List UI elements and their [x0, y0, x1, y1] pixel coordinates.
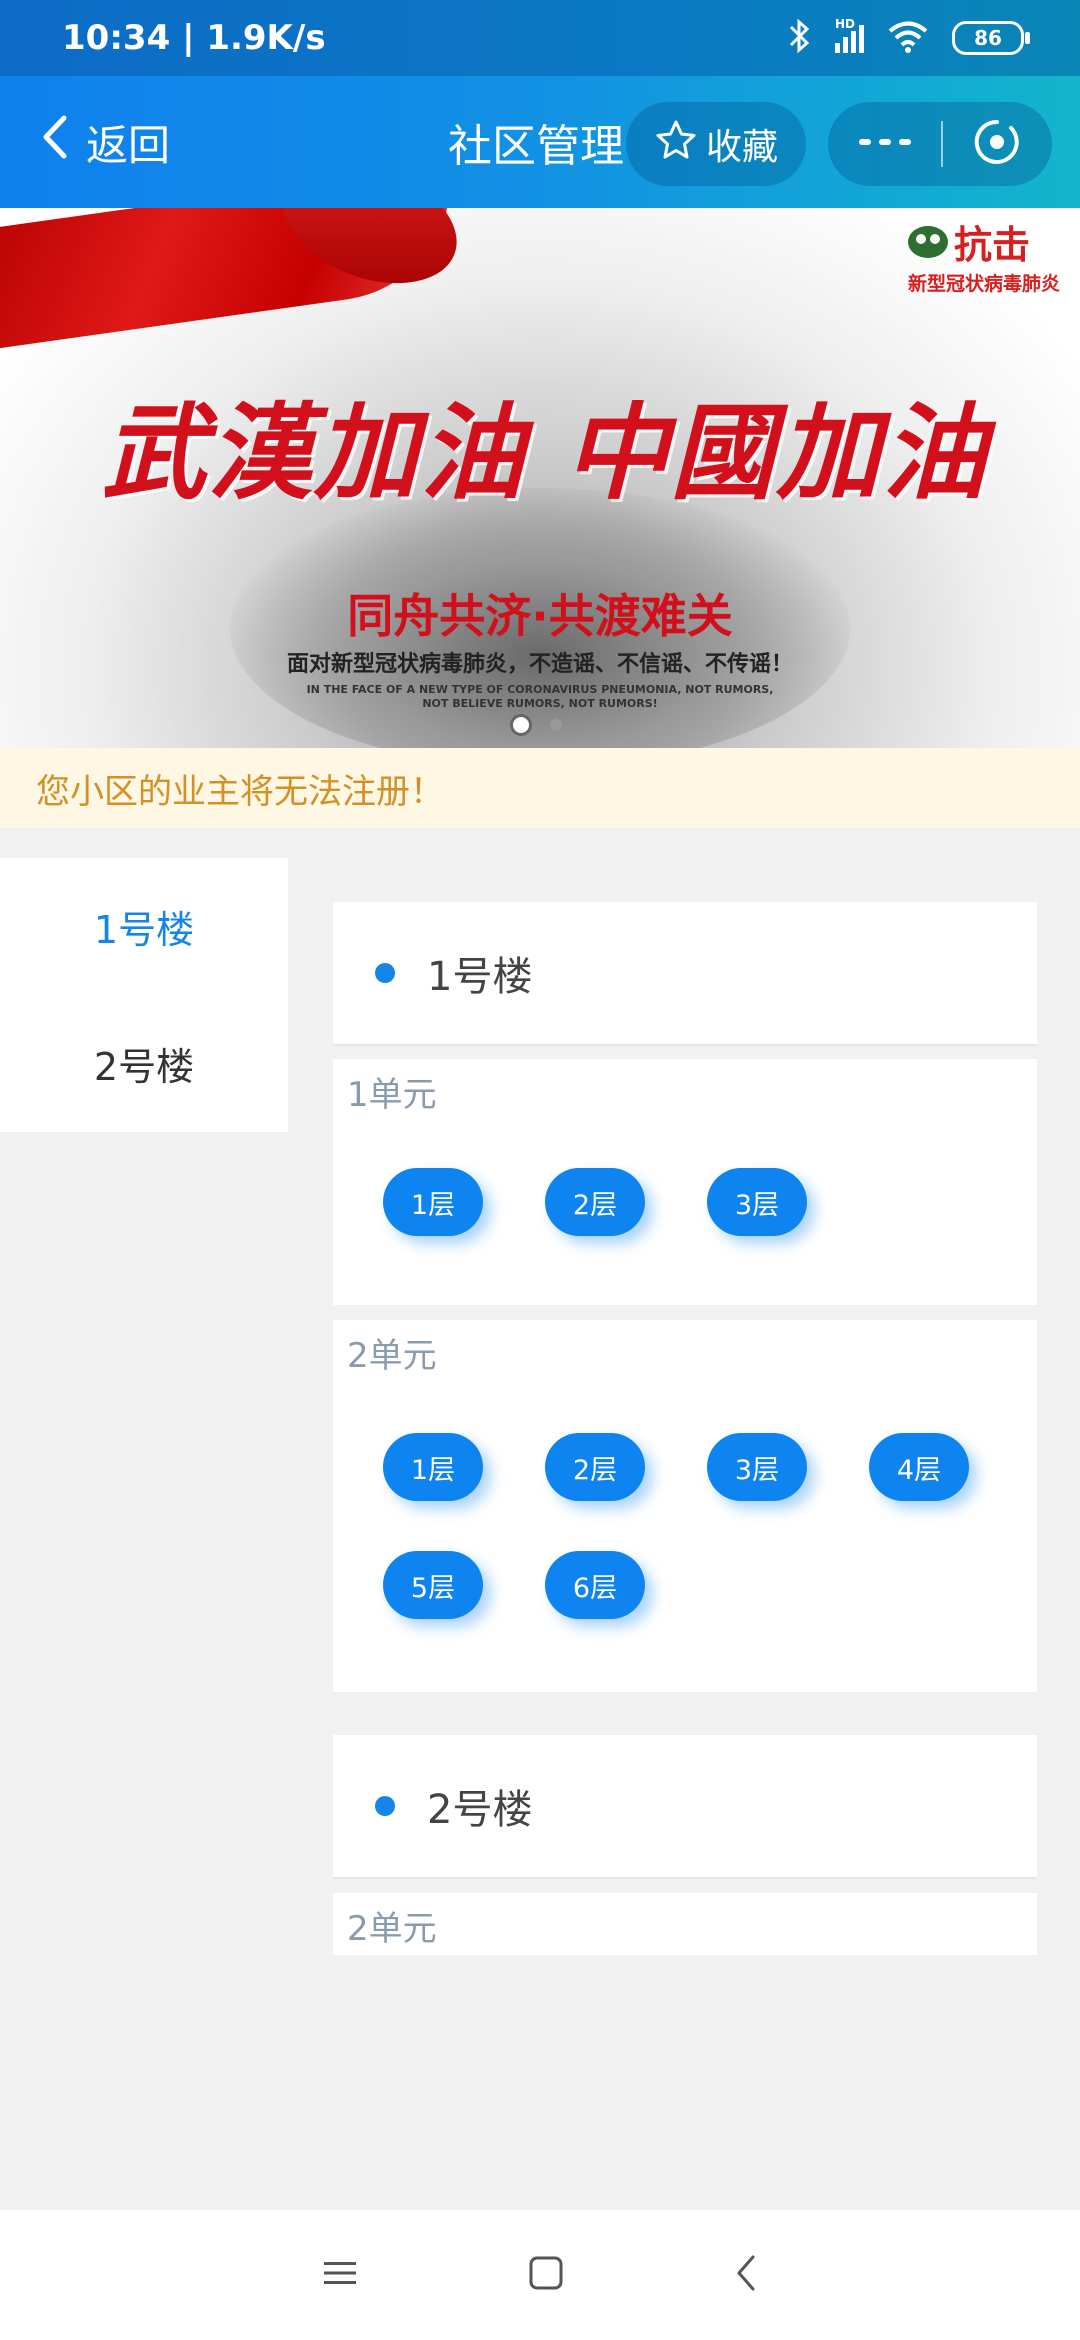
- battery-icon: 86: [952, 21, 1030, 55]
- virus-mascot-icon: [907, 225, 948, 258]
- capsule-menu: [828, 102, 1052, 186]
- bullet-dot: [375, 963, 395, 983]
- floor-button[interactable]: 2层: [545, 1168, 645, 1236]
- building-card: 2号楼: [333, 1735, 1037, 1879]
- menu-icon[interactable]: [322, 2258, 358, 2292]
- network-label: HD: [835, 17, 856, 31]
- back-label: 返回: [86, 120, 171, 170]
- floor-button[interactable]: 2层: [545, 1433, 645, 1501]
- building-side-menu: 1号楼 2号楼: [0, 858, 288, 1132]
- floor-list: 1层 2层 3层: [333, 1116, 1037, 1236]
- back-button[interactable]: 返回: [40, 112, 170, 172]
- close-circle-icon[interactable]: [971, 116, 1023, 172]
- more-icon[interactable]: [857, 132, 913, 156]
- floor-button[interactable]: 5层: [383, 1551, 483, 1619]
- banner-subslogan: 同舟共济·共渡难关: [347, 589, 733, 643]
- building-header: 1号楼: [333, 902, 1037, 1046]
- unit-title: 2单元: [347, 1909, 437, 1949]
- side-item-building-1[interactable]: 1号楼: [0, 858, 288, 995]
- navigation-bar: 返回 社区管理 收藏: [0, 76, 1080, 208]
- capsule-divider: [941, 121, 943, 167]
- floor-button[interactable]: 1层: [383, 1168, 483, 1236]
- banner-logo: 抗击 新型冠状病毒肺炎: [907, 214, 1060, 296]
- favorite-label: 收藏: [705, 127, 778, 168]
- back-icon[interactable]: [734, 2254, 758, 2296]
- status-bar: 10:34 | 1.9K/s HD 86: [0, 0, 1080, 76]
- building-header: 2号楼: [333, 1735, 1037, 1879]
- carousel-indicator: [510, 714, 562, 736]
- unit-card: 2单元: [333, 1893, 1037, 1955]
- notice-text: 您小区的业主将无法注册！: [36, 771, 444, 812]
- banner-message: 面对新型冠状病毒肺炎，不造谣、不信谣、不传谣！: [286, 652, 793, 677]
- floor-button[interactable]: 6层: [545, 1551, 645, 1619]
- home-square-icon[interactable]: [528, 2255, 564, 2295]
- notice-bar: 您小区的业主将无法注册！: [0, 748, 1080, 828]
- building-card: 1号楼: [333, 902, 1037, 1046]
- battery-level: 86: [974, 26, 1002, 50]
- status-time: 10:34 | 1.9K/s: [62, 18, 326, 58]
- status-icons: HD 86: [787, 16, 1030, 60]
- carousel-dot-1[interactable]: [510, 714, 532, 736]
- chevron-left-icon: [40, 114, 70, 170]
- floor-button[interactable]: 3层: [707, 1168, 807, 1236]
- bullet-dot: [375, 1796, 395, 1816]
- signal-icon: HD: [835, 17, 864, 53]
- carousel-dot-2[interactable]: [550, 719, 562, 731]
- unit-title: 1单元: [347, 1075, 437, 1115]
- wifi-icon: [886, 18, 930, 58]
- banner-english: IN THE FACE OF A NEW TYPE OF CORONAVIRUS…: [0, 683, 1080, 711]
- favorite-button[interactable]: 收藏: [626, 102, 806, 186]
- floor-button[interactable]: 4层: [869, 1433, 969, 1501]
- star-icon: [654, 118, 698, 171]
- side-item-building-2[interactable]: 2号楼: [0, 995, 288, 1132]
- page-title: 社区管理: [448, 121, 624, 172]
- bluetooth-icon: [787, 18, 813, 58]
- building-title: 2号楼: [427, 1787, 533, 1833]
- system-navigation-bar: [0, 2210, 1080, 2340]
- banner-carousel[interactable]: 抗击 新型冠状病毒肺炎 武漢加油 中國加油 同舟共济·共渡难关 面对新型冠状病毒…: [0, 208, 1080, 748]
- unit-title: 2单元: [347, 1336, 437, 1376]
- unit-card: 2单元 1层 2层 3层 4层 5层 6层: [333, 1320, 1037, 1692]
- floor-list: 1层 2层 3层 4层 5层 6层: [333, 1377, 1037, 1619]
- logo-subtitle: 新型冠状病毒肺炎: [907, 273, 1060, 295]
- logo-title: 抗击: [953, 223, 1030, 267]
- floor-button[interactable]: 1层: [383, 1433, 483, 1501]
- unit-card: 1单元 1层 2层 3层: [333, 1059, 1037, 1305]
- banner-english-line-1: IN THE FACE OF A NEW TYPE OF CORONAVIRUS…: [306, 683, 774, 696]
- banner-slogan: 武漢加油 中國加油: [101, 391, 989, 514]
- banner-english-line-2: NOT BELIEVE RUMORS, NOT RUMORS!: [422, 697, 658, 710]
- floor-button[interactable]: 3层: [707, 1433, 807, 1501]
- building-title: 1号楼: [427, 954, 533, 1000]
